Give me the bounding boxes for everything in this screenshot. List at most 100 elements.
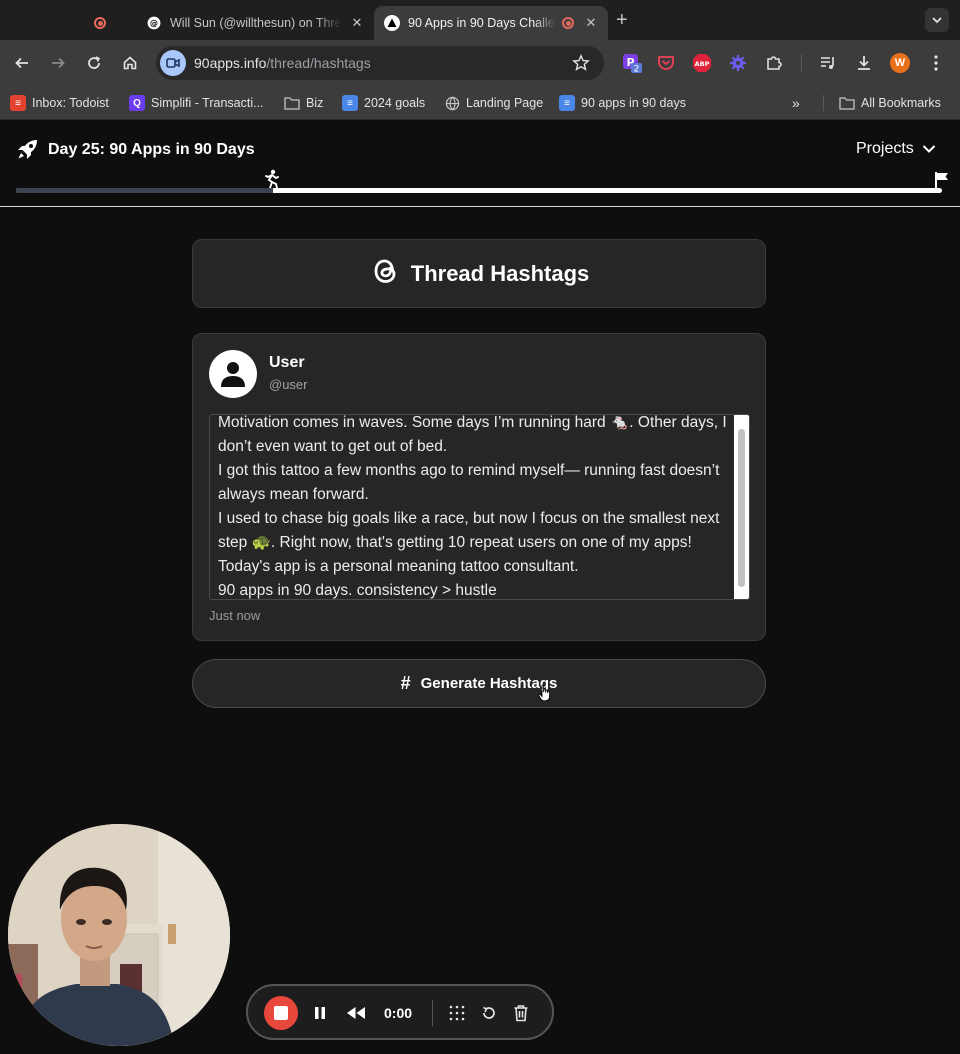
recording-timer: 0:00 [384, 1005, 413, 1021]
new-tab-button[interactable]: + [616, 9, 628, 32]
tab-title: Will Sun (@willthesun) on Threads [170, 16, 342, 30]
trash-icon [514, 1005, 528, 1022]
hashtag-icon: # [400, 673, 411, 693]
user-icon [221, 362, 245, 387]
progress-fill [16, 188, 274, 193]
folder-icon [284, 95, 300, 111]
scrollbar[interactable] [734, 415, 749, 599]
docs-icon: ≡ [342, 95, 358, 111]
adblock-icon[interactable]: ABP [690, 51, 714, 75]
page-title: Day 25: 90 Apps in 90 Days [48, 141, 255, 158]
webcam-person-image [8, 824, 230, 1046]
finish-flag-icon [934, 171, 950, 194]
address-bar[interactable]: 90apps.info/thread/hashtags [156, 46, 604, 80]
arrow-left-icon [15, 57, 28, 69]
bookmark-90-apps[interactable]: ≡ 90 apps in 90 days [559, 93, 686, 113]
post-text: Motivation comes in waves. Some days I’m… [218, 414, 727, 599]
recording-dot-icon [560, 15, 576, 31]
controls-divider [432, 1000, 433, 1026]
extensions-puzzle-icon[interactable] [762, 51, 786, 75]
post-timestamp: Just now [209, 608, 261, 623]
pause-button[interactable] [308, 1001, 332, 1025]
url-text: 90apps.info/thread/hashtags [194, 55, 371, 71]
tab-title: 90 Apps in 90 Days Challenge [408, 16, 556, 30]
forward-button[interactable] [46, 51, 70, 75]
bookmark-simplifi[interactable]: Q Simplifi - Transacti... [129, 93, 264, 113]
chevron-down-icon [932, 17, 942, 24]
hand-cursor-icon [538, 684, 552, 707]
tab-threads-profile[interactable]: @ Will Sun (@willthesun) on Threads ✕ [146, 6, 366, 40]
tab-search-button[interactable] [925, 8, 949, 32]
extension-p-icon[interactable]: P2 [620, 51, 644, 75]
bookmarks-bar: ≡ Inbox: Todoist Q Simplifi - Transacti.… [0, 86, 960, 120]
delete-recording-button[interactable] [509, 1001, 533, 1025]
triangle-logo-icon [384, 15, 400, 31]
globe-icon [444, 95, 460, 111]
avatar [209, 350, 257, 398]
bookmark-folder-biz[interactable]: Biz [284, 93, 323, 113]
svg-text:@: @ [150, 18, 158, 28]
browser-toolbar: 90apps.info/thread/hashtags P2 ABP W [0, 40, 960, 86]
pause-icon [315, 1007, 325, 1019]
post-text-area[interactable]: Motivation comes in waves. Some days I’m… [209, 414, 750, 600]
thread-post-card: User @user Motivation comes in waves. So… [192, 333, 766, 641]
restart-icon [483, 1006, 495, 1019]
svg-text:2: 2 [634, 65, 640, 75]
todoist-icon: ≡ [10, 95, 26, 111]
all-bookmarks-button[interactable]: All Bookmarks [839, 93, 941, 113]
bookmark-landing-page[interactable]: Landing Page [444, 93, 543, 113]
grip-dots-icon [449, 1005, 465, 1021]
back-button[interactable] [10, 51, 34, 75]
home-icon [123, 56, 137, 70]
reload-icon [88, 56, 101, 69]
home-button[interactable] [118, 51, 142, 75]
post-author-name: User [269, 354, 305, 371]
rewind-button[interactable] [344, 1001, 368, 1025]
close-tab-icon[interactable]: ✕ [348, 15, 366, 31]
reload-button[interactable] [82, 51, 106, 75]
download-icon[interactable] [852, 51, 876, 75]
tab-recording[interactable] [92, 6, 136, 40]
site-info-icon[interactable] [160, 50, 186, 76]
bookmarks-overflow-button[interactable]: » [792, 93, 800, 113]
tab-90apps[interactable]: 90 Apps in 90 Days Challenge ✕ [374, 6, 608, 40]
threads-logo-icon [369, 254, 401, 293]
bookmark-star-icon[interactable] [572, 54, 590, 77]
more-vertical-icon [934, 55, 938, 71]
bookmark-todoist[interactable]: ≡ Inbox: Todoist [10, 93, 109, 113]
bookmarks-divider [823, 95, 824, 111]
bookmark-2024-goals[interactable]: ≡ 2024 goals [342, 93, 425, 113]
restart-button[interactable] [477, 1001, 501, 1025]
media-controls-icon[interactable] [816, 51, 840, 75]
app-header: Day 25: 90 Apps in 90 Days Projects [0, 121, 960, 207]
rocket-icon [15, 136, 41, 167]
generate-hashtags-label: Generate Hashtags [420, 675, 558, 692]
page-heading: Thread Hashtags [410, 260, 590, 286]
threads-icon: @ [146, 15, 162, 31]
drag-handle[interactable] [445, 1001, 469, 1025]
recording-controls: 0:00 [246, 984, 554, 1040]
gear-extension-icon[interactable] [726, 51, 750, 75]
close-tab-icon[interactable]: ✕ [582, 15, 600, 31]
docs-icon: ≡ [559, 95, 575, 111]
folder-icon [839, 95, 855, 111]
browser-tab-strip: @ Will Sun (@willthesun) on Threads ✕ 90… [0, 0, 960, 40]
stop-recording-button[interactable] [264, 996, 298, 1030]
post-author-handle: @user [269, 377, 308, 392]
projects-dropdown[interactable]: Projects [856, 140, 936, 158]
browser-menu-button[interactable] [924, 51, 948, 75]
chevron-down-icon [922, 145, 936, 153]
profile-avatar[interactable]: W [888, 51, 912, 75]
scrollbar-thumb[interactable] [738, 429, 745, 587]
toolbar-divider [801, 54, 802, 72]
challenge-progress-bar [16, 188, 942, 193]
heading-card: Thread Hashtags [192, 239, 766, 308]
webcam-preview[interactable] [8, 824, 230, 1046]
recording-dot-icon [92, 15, 108, 31]
rewind-icon [347, 1007, 365, 1019]
svg-text:ABP: ABP [695, 60, 710, 68]
arrow-right-icon [52, 57, 65, 69]
simplifi-icon: Q [129, 95, 145, 111]
pocket-icon[interactable] [654, 51, 678, 75]
generate-hashtags-button[interactable]: # Generate Hashtags [192, 659, 766, 708]
